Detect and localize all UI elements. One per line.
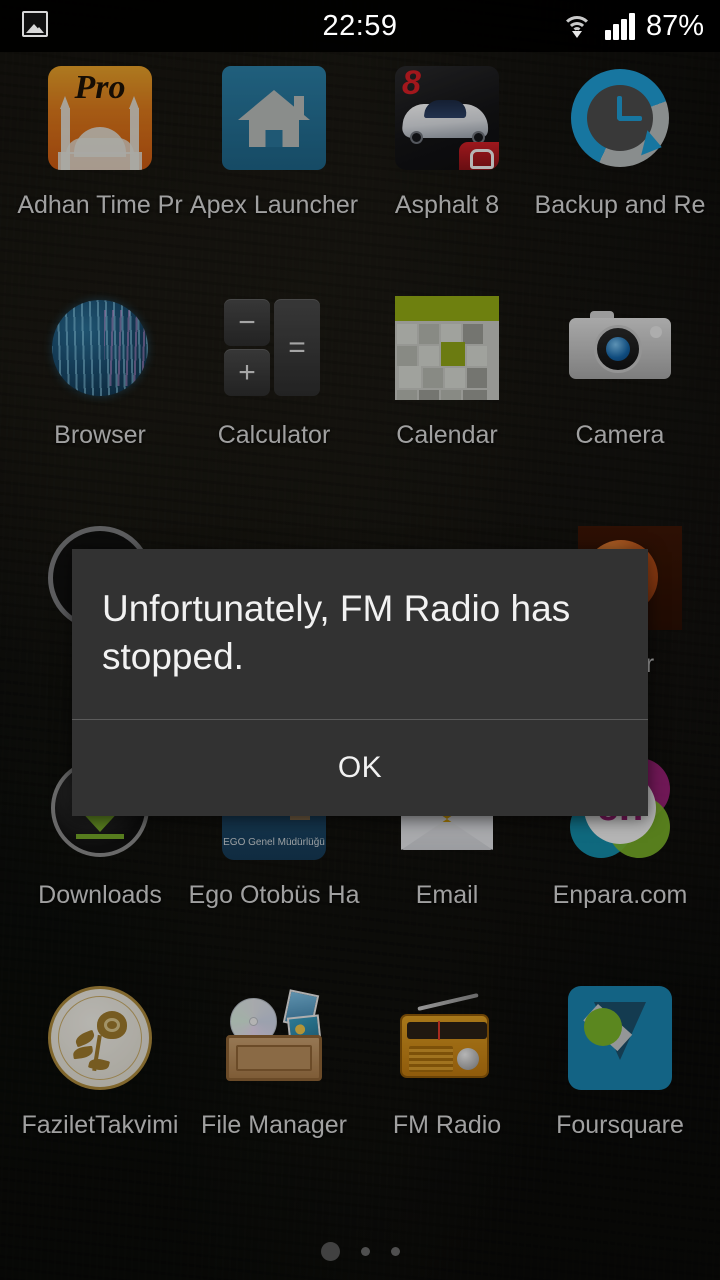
crash-dialog: Unfortunately, FM Radio has stopped. OK: [72, 549, 648, 816]
ok-button[interactable]: OK: [278, 737, 442, 799]
wifi-icon: [561, 14, 594, 39]
status-bar[interactable]: 22:59 87%: [0, 0, 720, 52]
status-bar-right-icons: 87%: [561, 0, 704, 52]
dialog-message: Unfortunately, FM Radio has stopped.: [102, 588, 571, 677]
battery-percentage: 87%: [645, 9, 704, 42]
signal-bars-icon: [604, 12, 635, 40]
home-screen: 22:59 87% Pro Adhan Time Pr Apex Launche…: [0, 0, 720, 1280]
dialog-button-row: OK: [72, 720, 648, 816]
